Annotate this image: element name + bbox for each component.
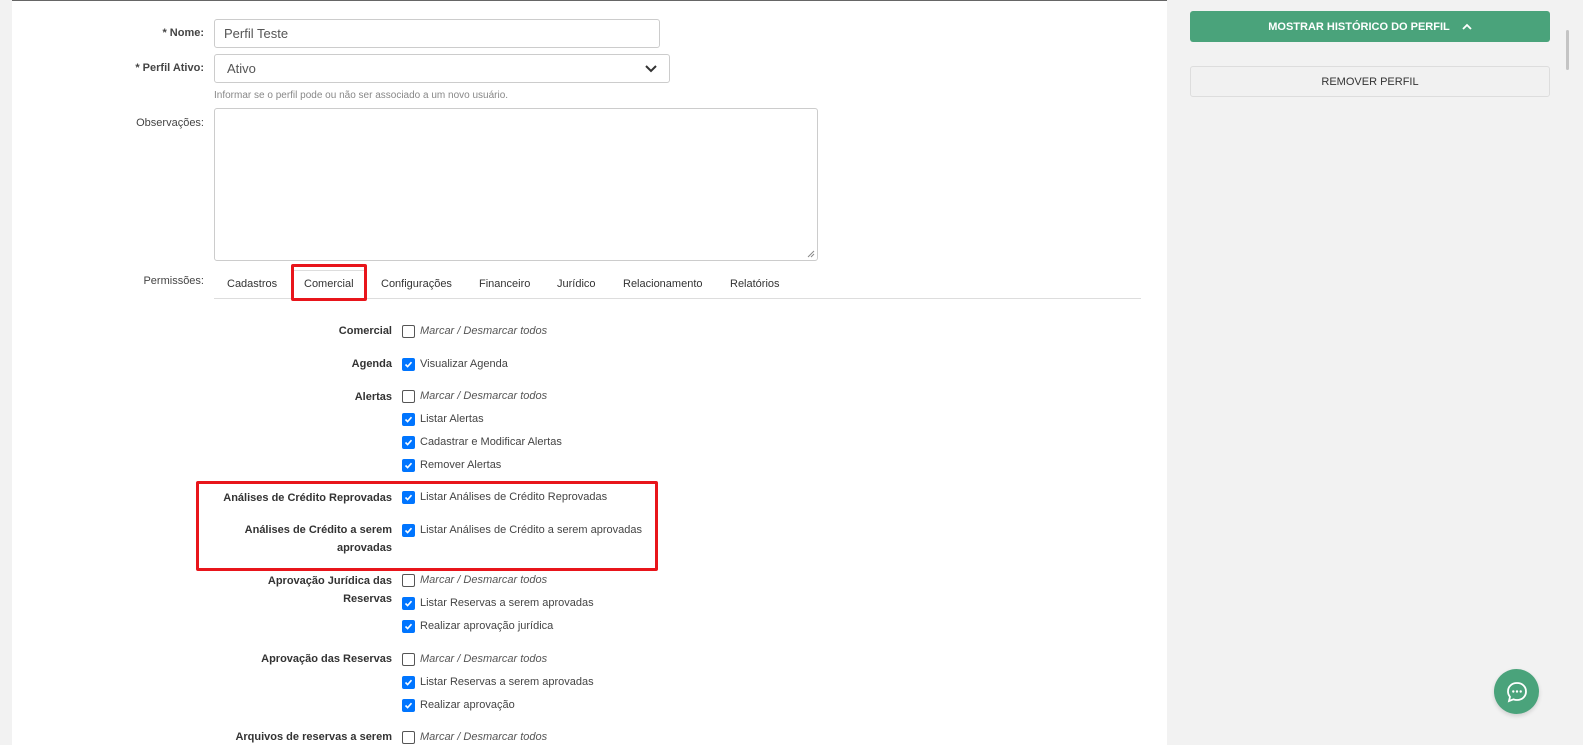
checkbox-row[interactable]: Marcar / Desmarcar todos [402, 572, 547, 588]
chat-icon [1506, 681, 1527, 702]
checkbox-row[interactable]: Cadastrar e Modificar Alertas [402, 434, 562, 450]
checkbox-checked[interactable] [402, 596, 415, 610]
check-icon [404, 600, 413, 607]
checkbox-checked[interactable] [402, 523, 415, 537]
perm-label-analises-reprovadas: Análises de Crédito Reprovadas [223, 492, 392, 504]
tab-financeiro[interactable]: Financeiro [479, 270, 530, 298]
show-history-button[interactable]: MOSTRAR HISTÓRICO DO PERFIL [1190, 11, 1550, 42]
tab-relatorios[interactable]: Relatórios [730, 270, 780, 298]
notes-textarea[interactable] [214, 108, 818, 261]
checkbox-unchecked[interactable] [402, 730, 415, 744]
perm-label-aprovacao-reservas: Aprovação das Reservas [261, 653, 392, 665]
active-select[interactable]: Ativo [214, 54, 670, 83]
tab-configuracoes[interactable]: Configurações [381, 270, 452, 298]
check-icon [404, 679, 413, 686]
toggle-all-label: Marcar / Desmarcar todos [420, 653, 548, 665]
perm-label-comercial: Comercial [338, 325, 392, 337]
active-select-value: Ativo [227, 61, 256, 76]
checkbox-unchecked[interactable] [402, 324, 415, 338]
permissions-tabs: Cadastros Comercial Configurações Financ… [214, 270, 1141, 299]
checkbox-label: Listar Análises de Crédito a serem aprov… [420, 524, 642, 536]
resize-handle-icon[interactable] [807, 250, 815, 258]
checkbox-label: Cadastrar e Modificar Alertas [420, 436, 562, 448]
check-icon [404, 527, 413, 534]
checkbox-checked[interactable] [402, 698, 415, 712]
checkbox-checked[interactable] [402, 357, 415, 371]
checkbox-label: Listar Reservas a serem aprovadas [420, 597, 594, 609]
tab-relacionamento[interactable]: Relacionamento [623, 270, 703, 298]
notes-label: Observações: [136, 117, 204, 129]
check-icon [404, 361, 413, 368]
checkbox-label: Listar Análises de Crédito Reprovadas [420, 491, 608, 503]
check-icon [404, 623, 413, 630]
check-icon [404, 462, 413, 469]
checkbox-label: Realizar aprovação jurídica [420, 620, 554, 632]
checkbox-row[interactable]: Marcar / Desmarcar todos [402, 388, 547, 404]
perm-label-aprovacao-juridica: Aprovação Jurídica das Reservas [267, 575, 392, 605]
checkbox-row[interactable]: Listar Alertas [402, 411, 484, 427]
tab-cadastros[interactable]: Cadastros [227, 270, 277, 298]
perm-label-arquivos-reservas: Arquivos de reservas a serem [235, 731, 392, 743]
checkbox-checked[interactable] [402, 490, 415, 504]
checkbox-row[interactable]: Listar Análises de Crédito Reprovadas [402, 489, 607, 505]
check-icon [404, 702, 413, 709]
checkbox-label: Remover Alertas [420, 459, 502, 471]
checkbox-label: Realizar aprovação [420, 699, 515, 711]
checkbox-row[interactable]: Marcar / Desmarcar todos [402, 651, 547, 667]
chevron-down-icon [645, 64, 657, 72]
checkbox-row[interactable]: Marcar / Desmarcar todos [402, 729, 547, 745]
toggle-all-label: Marcar / Desmarcar todos [420, 574, 548, 586]
permissions-label: Permissões: [143, 275, 204, 287]
perm-label-agenda: Agenda [351, 358, 392, 370]
checkbox-row[interactable]: Realizar aprovação [402, 697, 515, 713]
toggle-all-label: Marcar / Desmarcar todos [420, 731, 548, 743]
checkbox-row[interactable]: Listar Reservas a serem aprovadas [402, 595, 594, 611]
remove-profile-button[interactable]: REMOVER PERFIL [1190, 66, 1550, 97]
checkbox-unchecked[interactable] [402, 652, 415, 666]
checkbox-row[interactable]: Remover Alertas [402, 457, 501, 473]
check-icon [404, 439, 413, 446]
checkbox-label: Listar Alertas [420, 413, 484, 425]
checkbox-checked[interactable] [402, 435, 415, 449]
checkbox-row[interactable]: Visualizar Agenda [402, 356, 508, 372]
perm-label-alertas: Alertas [354, 391, 392, 403]
name-label: * Nome: [162, 27, 204, 39]
tab-juridico[interactable]: Jurídico [557, 270, 596, 298]
checkbox-checked[interactable] [402, 412, 415, 426]
checkbox-label: Listar Reservas a serem aprovadas [420, 676, 594, 688]
checkbox-row[interactable]: Listar Reservas a serem aprovadas [402, 674, 594, 690]
checkbox-row[interactable]: Realizar aprovação jurídica [402, 618, 553, 634]
checkbox-label: Visualizar Agenda [420, 358, 508, 370]
checkbox-checked[interactable] [402, 675, 415, 689]
checkbox-checked[interactable] [402, 619, 415, 633]
name-input[interactable] [214, 19, 660, 48]
checkbox-row[interactable]: Listar Análises de Crédito a serem aprov… [402, 522, 642, 538]
checkbox-checked[interactable] [402, 458, 415, 472]
checkbox-unchecked[interactable] [402, 389, 415, 403]
scrollbar-thumb[interactable] [1566, 30, 1569, 70]
check-icon [404, 416, 413, 423]
active-help-text: Informar se o perfil pode ou não ser ass… [214, 90, 509, 101]
toggle-all-label: Marcar / Desmarcar todos [420, 325, 548, 337]
tab-comercial[interactable]: Comercial [293, 270, 365, 298]
chat-button[interactable] [1494, 669, 1539, 714]
show-history-label: MOSTRAR HISTÓRICO DO PERFIL [1268, 20, 1450, 33]
chevron-up-icon [1462, 23, 1472, 30]
checkbox-unchecked[interactable] [402, 573, 415, 587]
active-label: * Perfil Ativo: [135, 62, 204, 74]
checkbox-row[interactable]: Marcar / Desmarcar todos [402, 323, 547, 339]
toggle-all-label: Marcar / Desmarcar todos [420, 390, 548, 402]
perm-label-analises-aprovadas: Análises de Crédito a serem aprovadas [244, 524, 392, 554]
check-icon [404, 494, 413, 501]
